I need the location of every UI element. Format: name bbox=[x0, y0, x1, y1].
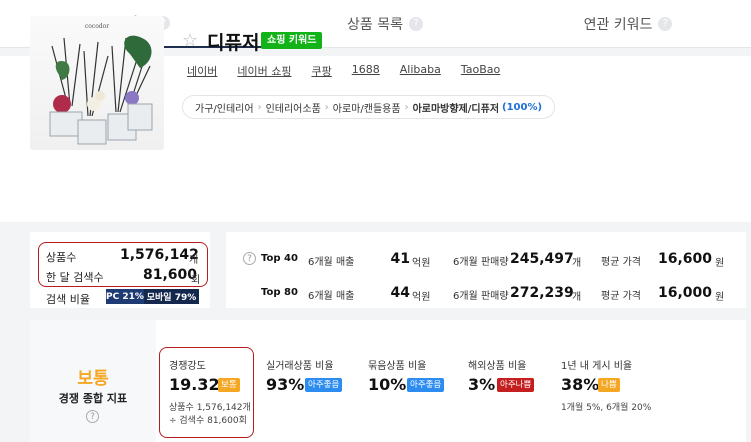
metric-value: 93% bbox=[266, 375, 305, 394]
metric-label: 실거래상품 비율 bbox=[266, 361, 334, 372]
link-naver-shopping[interactable]: 네이버 쇼핑 bbox=[237, 63, 291, 79]
price-label: 평균 가격 bbox=[601, 291, 641, 302]
volume-label: 6개월 판매량 bbox=[453, 257, 509, 268]
volume-unit: 개 bbox=[572, 258, 582, 269]
diffuser-illustration: cocodor bbox=[49, 23, 153, 145]
tab-related-keywords[interactable]: 연관 키워드 ? bbox=[505, 0, 751, 47]
volume-label: 6개월 판매량 bbox=[453, 291, 509, 302]
product-count-value: 1,576,142 bbox=[120, 247, 199, 263]
link-1688[interactable]: 1688 bbox=[352, 63, 380, 79]
help-icon[interactable]: ? bbox=[243, 252, 256, 265]
volume-value: 245,497 bbox=[510, 251, 574, 267]
keyword-title: 디퓨저 bbox=[207, 32, 260, 54]
help-icon[interactable]: ? bbox=[408, 16, 423, 31]
monthly-search-label: 한 달 검색수 bbox=[46, 271, 104, 284]
product-count-unit: 개 bbox=[189, 255, 199, 266]
mobile-ratio: 모바일 79% bbox=[144, 289, 199, 304]
volume-unit: 개 bbox=[572, 292, 582, 303]
metric-note: 1개월 5%, 6개월 20% bbox=[561, 403, 652, 413]
price-unit: 원 bbox=[715, 292, 725, 303]
metric-label: 1년 내 게시 비율 bbox=[561, 361, 633, 372]
category-level-4[interactable]: 아로마방향제/디퓨저 bbox=[413, 100, 499, 115]
sales-unit: 억원 bbox=[412, 292, 431, 303]
metric-status-chip: 나쁨 bbox=[598, 378, 620, 392]
brand-logo: cocodor bbox=[85, 23, 109, 30]
product-image: cocodor bbox=[30, 16, 164, 150]
metric-status-chip: 아주좋음 bbox=[305, 378, 343, 392]
metric-value: 19.32 bbox=[169, 375, 220, 394]
help-icon[interactable]: ? bbox=[86, 410, 99, 423]
metric-value: 3% bbox=[468, 375, 496, 394]
metric-label: 경쟁강도 bbox=[169, 361, 206, 372]
competition-grade-panel: 보통 경쟁 종합 지표 ? bbox=[30, 320, 156, 442]
category-match-percent: (100%) bbox=[502, 101, 543, 113]
metric-status-chip: 아주좋음 bbox=[407, 378, 445, 392]
tab-product-list-label: 상품 목록 bbox=[347, 16, 403, 33]
tier-label: Top 40 bbox=[261, 253, 298, 264]
sales-unit: 억원 bbox=[412, 258, 431, 269]
metric-note: 상품수 1,576,142개 bbox=[169, 403, 251, 413]
category-level-1[interactable]: 가구/인테리어 bbox=[195, 100, 254, 115]
tab-related-keywords-label: 연관 키워드 bbox=[583, 16, 653, 33]
sales-label: 6개월 매출 bbox=[308, 291, 355, 302]
metric-label: 묶음상품 비율 bbox=[368, 361, 427, 372]
category-level-2[interactable]: 인테리어소품 bbox=[266, 100, 321, 115]
link-coupang[interactable]: 쿠팡 bbox=[311, 63, 331, 79]
metric-value: 38% bbox=[561, 375, 600, 394]
price-label: 평균 가격 bbox=[601, 257, 641, 268]
shopping-keyword-badge: 쇼핑 키워드 bbox=[261, 32, 323, 49]
product-count-label: 상품수 bbox=[46, 251, 77, 264]
price-unit: 원 bbox=[715, 258, 725, 269]
competition-grade-label: 경쟁 종합 지표 bbox=[58, 392, 128, 405]
pc-ratio: PC 21% bbox=[106, 289, 144, 304]
sales-label: 6개월 매출 bbox=[308, 257, 355, 268]
monthly-search-value: 81,600 bbox=[143, 267, 198, 283]
metric-note: ÷ 검색수 81,600회 bbox=[169, 416, 247, 426]
sales-value: 41 bbox=[390, 251, 410, 267]
metric-label: 해외상품 비율 bbox=[468, 361, 527, 372]
metric-value: 10% bbox=[368, 375, 407, 394]
link-alibaba[interactable]: Alibaba bbox=[400, 63, 441, 79]
category-level-3[interactable]: 아로마/캔들용품 bbox=[333, 100, 401, 115]
search-ratio-label: 검색 비율 bbox=[46, 293, 90, 306]
help-icon[interactable]: ? bbox=[658, 16, 673, 31]
link-taobao[interactable]: TaoBao bbox=[461, 63, 500, 79]
metric-status-chip: 아주나쁨 bbox=[497, 378, 535, 392]
volume-value: 272,239 bbox=[510, 285, 574, 301]
external-links: 네이버 네이버 쇼핑 쿠팡 1688 Alibaba TaoBao bbox=[187, 63, 520, 79]
chevron-right-icon: › bbox=[324, 101, 329, 113]
chevron-right-icon: › bbox=[404, 101, 409, 113]
competition-grade: 보통 bbox=[77, 369, 109, 389]
chevron-right-icon: › bbox=[257, 101, 262, 113]
sales-value: 44 bbox=[390, 285, 410, 301]
category-breadcrumb: 가구/인테리어 › 인테리어소품 › 아로마/캔들용품 › 아로마방향제/디퓨저… bbox=[182, 95, 556, 119]
link-naver[interactable]: 네이버 bbox=[187, 63, 217, 79]
tier-label: Top 80 bbox=[261, 287, 298, 298]
monthly-search-unit: 회 bbox=[191, 275, 201, 286]
metric-status-chip: 보통 bbox=[218, 378, 240, 392]
price-value: 16,600 bbox=[657, 251, 712, 267]
keyword-analysis-page: 개요 ? 상품 목록 ? 연관 키워드 ? cocodor bbox=[0, 0, 751, 442]
price-value: 16,000 bbox=[657, 285, 712, 301]
favorite-star-icon[interactable]: ☆ bbox=[182, 30, 198, 51]
device-ratio-bar: PC 21% 모바일 79% bbox=[106, 289, 199, 304]
